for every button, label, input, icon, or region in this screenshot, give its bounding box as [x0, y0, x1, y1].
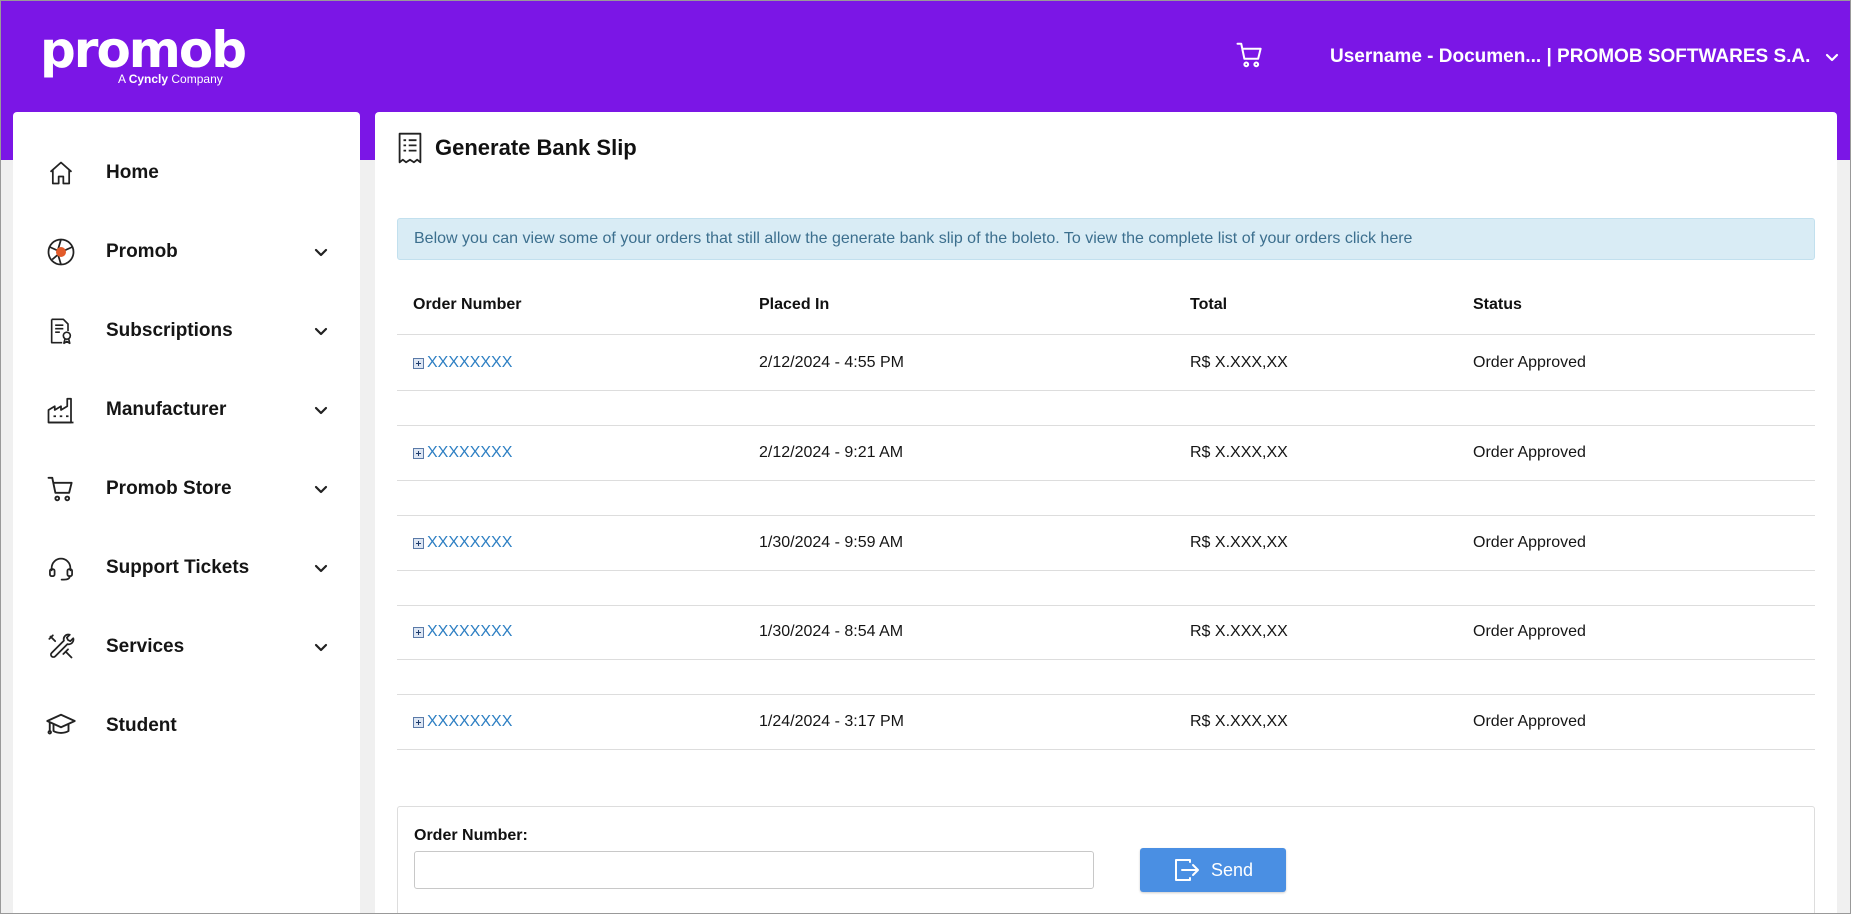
column-header-status[interactable]: Status	[1473, 282, 1522, 338]
headset-icon	[46, 553, 76, 583]
order-number-link[interactable]: XXXXXXXX	[413, 604, 512, 660]
total-cell: R$ X.XXX,XX	[1190, 444, 1288, 461]
row-detail-spacer	[397, 572, 1815, 606]
expand-icon[interactable]	[413, 626, 424, 638]
column-header-total[interactable]: Total	[1190, 282, 1227, 338]
order-number-link[interactable]: XXXXXXXX	[413, 515, 512, 571]
table-row[interactable]: XXXXXXXX 2/12/2024 - 4:55 PM R$ X.XXX,XX…	[397, 335, 1815, 391]
status-cell: Order Approved	[1473, 354, 1586, 371]
sidebar: Home Promob Subscriptions Manufacturer P…	[13, 112, 360, 914]
sidebar-item-label: Manufacturer	[106, 399, 227, 420]
tagline-prefix: A	[118, 72, 126, 86]
chevron-down-icon	[314, 643, 328, 652]
info-alert: Below you can view some of your orders t…	[397, 218, 1815, 260]
sidebar-item-home[interactable]: Home	[13, 143, 360, 203]
user-account-label: Username - Documen... | PROMOB SOFTWARES…	[1330, 46, 1811, 67]
send-button-label: Send	[1210, 859, 1254, 880]
sidebar-item-label: Support Tickets	[106, 557, 250, 578]
sidebar-item-label: Student	[106, 715, 177, 736]
sidebar-item-student[interactable]: Student	[13, 696, 360, 756]
header-cart-button[interactable]	[1235, 40, 1265, 70]
column-header-placed-in[interactable]: Placed In	[759, 282, 829, 338]
user-account-menu[interactable]: Username - Documen... | PROMOB SOFTWARES…	[1330, 46, 1840, 68]
page-title: Generate Bank Slip	[435, 135, 637, 160]
order-number: XXXXXXXX	[427, 534, 513, 551]
main-content: Generate Bank Slip Below you can view so…	[375, 112, 1837, 914]
page-header: Generate Bank Slip	[397, 132, 637, 164]
promob-logo-icon	[46, 237, 76, 267]
column-header-order-number[interactable]: Order Number	[413, 282, 521, 338]
status-cell: Order Approved	[1473, 534, 1586, 551]
expand-icon[interactable]	[413, 447, 424, 459]
info-alert-text: Below you can view some of your orders t…	[414, 230, 1345, 247]
expand-icon[interactable]	[413, 716, 424, 728]
status-cell: Order Approved	[1473, 623, 1586, 640]
sidebar-item-support-tickets[interactable]: Support Tickets	[13, 538, 360, 598]
sidebar-item-label: Home	[106, 162, 159, 183]
home-icon	[46, 158, 76, 188]
placed-in-cell: 1/30/2024 - 8:54 AM	[759, 623, 904, 640]
chevron-down-icon	[314, 248, 328, 257]
logo-tagline: A Cyncly Company	[118, 72, 223, 86]
table-row[interactable]: XXXXXXXX 1/30/2024 - 8:54 AM R$ X.XXX,XX…	[397, 604, 1815, 660]
cart-icon	[1236, 42, 1262, 68]
expand-icon[interactable]	[413, 537, 424, 549]
row-detail-spacer	[397, 392, 1815, 426]
order-number: XXXXXXXX	[427, 444, 513, 461]
total-cell: R$ X.XXX,XX	[1190, 713, 1288, 730]
chevron-down-icon	[314, 406, 328, 415]
table-row[interactable]: XXXXXXXX 1/30/2024 - 9:59 AM R$ X.XXX,XX…	[397, 515, 1815, 571]
promob-logo[interactable]: promob A Cyncly Company	[40, 21, 247, 86]
total-cell: R$ X.XXX,XX	[1190, 354, 1288, 371]
order-number-link[interactable]: XXXXXXXX	[413, 335, 512, 391]
chevron-down-icon	[314, 564, 328, 573]
sidebar-item-label: Promob	[106, 241, 178, 262]
sidebar-item-subscriptions[interactable]: Subscriptions	[13, 301, 360, 361]
sidebar-item-services[interactable]: Services	[13, 617, 360, 677]
tagline-suffix: Company	[171, 72, 223, 86]
order-number-link[interactable]: XXXXXXXX	[413, 425, 512, 481]
chevron-down-icon	[314, 327, 328, 336]
placed-in-cell: 2/12/2024 - 4:55 PM	[759, 354, 904, 371]
placed-in-cell: 1/24/2024 - 3:17 PM	[759, 713, 904, 730]
sidebar-item-promob[interactable]: Promob	[13, 222, 360, 282]
chevron-down-icon	[314, 485, 328, 494]
table-row[interactable]: XXXXXXXX 2/12/2024 - 9:21 AM R$ X.XXX,XX…	[397, 425, 1815, 481]
status-cell: Order Approved	[1473, 444, 1586, 461]
row-detail-spacer	[397, 661, 1815, 695]
chevron-down-icon	[1826, 53, 1839, 62]
sidebar-item-manufacturer[interactable]: Manufacturer	[13, 380, 360, 440]
document-badge-icon	[46, 316, 76, 346]
factory-icon	[46, 395, 76, 425]
expand-icon[interactable]	[413, 357, 424, 369]
tagline-brand: Cyncly	[128, 72, 169, 86]
order-number-input[interactable]	[414, 851, 1094, 889]
send-button[interactable]: Send	[1140, 848, 1286, 892]
receipt-icon	[398, 132, 422, 164]
sidebar-item-label: Subscriptions	[106, 320, 233, 341]
row-detail-spacer	[397, 482, 1815, 516]
logo-wordmark: promob	[40, 21, 247, 79]
sidebar-item-label: Promob Store	[106, 478, 232, 499]
order-number-link[interactable]: XXXXXXXX	[413, 694, 512, 750]
order-number: XXXXXXXX	[427, 623, 513, 640]
sidebar-item-promob-store[interactable]: Promob Store	[13, 459, 360, 519]
cart-icon	[46, 474, 76, 504]
sign-out-icon	[1174, 859, 1199, 881]
order-number: XXXXXXXX	[427, 354, 513, 371]
order-number-form: Order Number: Send	[397, 806, 1815, 914]
view-all-orders-link[interactable]: click here	[1345, 230, 1413, 247]
graduation-cap-icon	[46, 711, 76, 741]
table-row[interactable]: XXXXXXXX 1/24/2024 - 3:17 PM R$ X.XXX,XX…	[397, 694, 1815, 750]
placed-in-cell: 1/30/2024 - 9:59 AM	[759, 534, 904, 551]
order-number: XXXXXXXX	[427, 713, 513, 730]
total-cell: R$ X.XXX,XX	[1190, 623, 1288, 640]
placed-in-cell: 2/12/2024 - 9:21 AM	[759, 444, 904, 461]
sidebar-item-label: Services	[106, 636, 185, 657]
status-cell: Order Approved	[1473, 713, 1586, 730]
tools-icon	[46, 632, 76, 662]
total-cell: R$ X.XXX,XX	[1190, 534, 1288, 551]
order-number-label: Order Number:	[414, 827, 528, 844]
